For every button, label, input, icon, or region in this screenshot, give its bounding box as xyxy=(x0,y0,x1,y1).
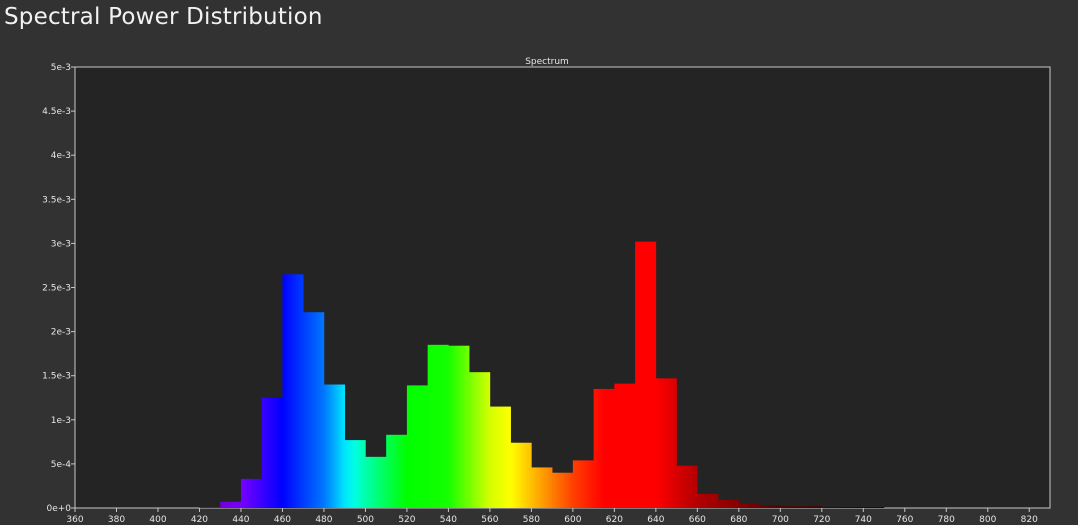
plot-area xyxy=(74,66,1051,509)
spectrum-bar xyxy=(759,505,781,508)
spectrum-bar xyxy=(676,465,698,508)
spectrum-bar xyxy=(199,507,221,508)
spectrum-bar xyxy=(406,385,428,508)
spectrum-bar xyxy=(842,507,864,508)
spectrum-bar xyxy=(489,406,511,508)
spectrum-bar xyxy=(469,372,491,508)
y-tick-label: 5e-4 xyxy=(51,460,72,470)
spectrum-bar xyxy=(282,274,304,508)
x-tick-label: 720 xyxy=(813,515,830,525)
x-tick-label: 580 xyxy=(523,515,540,525)
x-tick-label: 740 xyxy=(855,515,872,525)
spectrum-bar xyxy=(510,442,532,508)
x-tick-label: 820 xyxy=(1021,515,1038,525)
spectrum-bar xyxy=(801,506,823,508)
y-tick-label: 4e-3 xyxy=(51,151,71,161)
spectrum-bar xyxy=(365,456,387,508)
x-tick-label: 460 xyxy=(274,515,291,525)
y-tick-label: 2e-3 xyxy=(51,328,71,338)
x-tick-label: 780 xyxy=(938,515,955,525)
y-tick-label: 3.5e-3 xyxy=(42,195,71,205)
spectrum-bar xyxy=(821,507,843,508)
y-tick-label: 4.5e-3 xyxy=(42,107,71,117)
x-tick-label: 380 xyxy=(108,515,125,525)
spectrum-bar xyxy=(593,388,615,508)
spectrum-bar xyxy=(323,384,345,508)
spectrum-bar xyxy=(240,478,262,508)
spectrum-chart: Spectrum 0e+0 5e-4 1e-3 1.5e-3 2e-3 2.5e-3 3e-… xyxy=(42,57,1051,525)
x-tick-label: 440 xyxy=(232,515,249,525)
x-axis: 360 380 400 420 440 460 480 500 520 540 560 580 600 6… xyxy=(66,508,1038,525)
spectrum-bar xyxy=(718,500,740,508)
x-tick-label: 480 xyxy=(315,515,332,525)
spectrum-bar xyxy=(427,344,449,508)
y-tick-label: 1.5e-3 xyxy=(42,372,71,382)
spectrum-bar xyxy=(386,434,408,508)
x-tick-label: 420 xyxy=(191,515,208,525)
x-tick-label: 640 xyxy=(647,515,664,525)
spectrum-bar xyxy=(261,397,283,508)
spectrum-bar xyxy=(220,501,242,508)
spectrum-bar xyxy=(863,507,885,508)
x-tick-label: 680 xyxy=(730,515,747,525)
spectrum-bar xyxy=(614,383,636,508)
spectrum-bar xyxy=(344,440,366,508)
x-tick-label: 700 xyxy=(772,515,789,525)
spectrum-bar xyxy=(531,467,553,508)
spectrum-bar xyxy=(738,503,760,508)
y-tick-label: 1e-3 xyxy=(51,416,71,426)
x-tick-label: 620 xyxy=(606,515,623,525)
y-tick-label: 2.5e-3 xyxy=(42,284,71,294)
x-tick-label: 560 xyxy=(481,515,498,525)
spectrum-bar xyxy=(303,312,325,508)
x-tick-label: 360 xyxy=(66,515,83,525)
x-tick-label: 760 xyxy=(896,515,913,525)
x-tick-label: 400 xyxy=(149,515,166,525)
x-tick-label: 540 xyxy=(440,515,457,525)
x-tick-label: 600 xyxy=(564,515,581,525)
spectrum-bar xyxy=(635,241,657,508)
y-axis: 0e+0 5e-4 1e-3 1.5e-3 2e-3 2.5e-3 3e-3 3.5e-3 4e… xyxy=(42,63,75,514)
y-tick-label: 3e-3 xyxy=(51,239,71,249)
x-tick-label: 660 xyxy=(689,515,706,525)
spectrum-bar xyxy=(697,493,719,508)
y-tick-label: 0e+0 xyxy=(46,504,71,514)
x-tick-label: 500 xyxy=(357,515,374,525)
spectrum-bar xyxy=(572,460,594,508)
y-tick-label: 5e-3 xyxy=(51,63,71,73)
spectrum-bar xyxy=(448,345,470,508)
spectrum-bar xyxy=(552,472,574,508)
x-tick-label: 800 xyxy=(979,515,996,525)
spectrum-bar xyxy=(655,378,677,508)
spectrum-bar xyxy=(780,506,802,508)
chart-title: Spectrum xyxy=(525,57,569,67)
x-tick-label: 520 xyxy=(398,515,415,525)
